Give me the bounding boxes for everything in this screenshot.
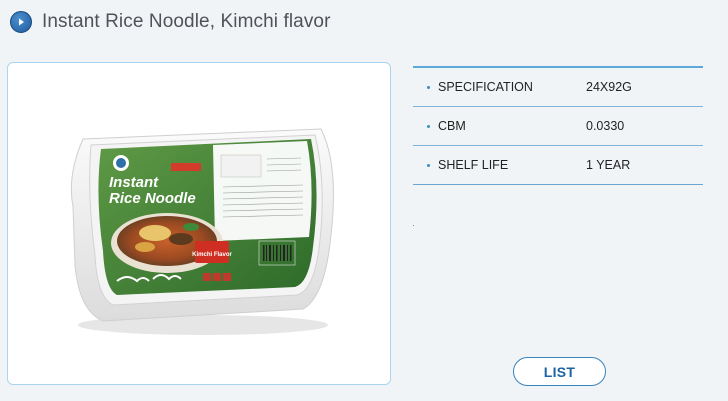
spec-row-specification: SPECIFICATION 24X92G xyxy=(413,68,703,107)
spec-value: 0.0330 xyxy=(586,119,625,133)
play-arrow-icon xyxy=(10,11,32,33)
bullet-icon xyxy=(427,124,430,128)
package-brand-line1: Instant xyxy=(109,174,159,191)
spec-value: 24X92G xyxy=(586,80,632,94)
spec-label: SPECIFICATION xyxy=(438,80,533,94)
divider-dot xyxy=(413,225,414,226)
list-button[interactable]: LIST xyxy=(513,357,606,386)
spec-label: CBM xyxy=(438,119,466,133)
product-image-panel: Instant Rice Noodle Kimchi Flavor xyxy=(7,62,391,385)
package-brand-line2: Rice Noodle xyxy=(109,190,196,207)
product-image: Instant Rice Noodle Kimchi Flavor xyxy=(70,128,334,335)
spec-label: SHELF LIFE xyxy=(438,158,509,172)
spec-row-shelf-life: SHELF LIFE 1 YEAR xyxy=(413,146,703,185)
package-flavor-tag: Kimchi Flavor xyxy=(192,252,232,258)
bullet-icon xyxy=(427,85,430,89)
spec-table: SPECIFICATION 24X92G CBM 0.0330 SHELF LI… xyxy=(413,66,703,185)
page-header: Instant Rice Noodle, Kimchi flavor xyxy=(10,8,331,36)
spec-value: 1 YEAR xyxy=(586,158,631,172)
spec-row-cbm: CBM 0.0330 xyxy=(413,107,703,146)
bullet-icon xyxy=(427,163,430,167)
page-title: Instant Rice Noodle, Kimchi flavor xyxy=(42,11,331,32)
